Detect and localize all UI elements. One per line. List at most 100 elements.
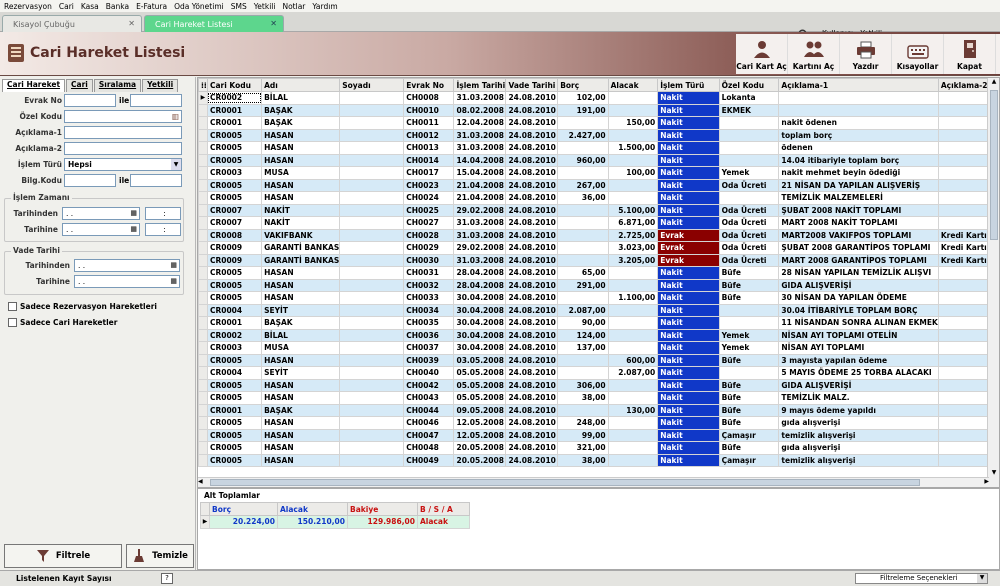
table-row[interactable]: CR0001 BAŞAK CH0044 09.05.2008 24.08.2010 130… [198, 403, 999, 417]
chevron-down-icon[interactable]: ▼ [977, 574, 987, 583]
column-header[interactable]: Açıklama-1 [778, 78, 939, 92]
table-row[interactable]: CR0004 SEYİT CH0034 30.04.2008 24.08.2010 2.0… [198, 303, 999, 317]
table-row[interactable]: CR0008 VAKIFBANK CH0028 31.03.2008 24.08.201… [198, 228, 999, 242]
horizontal-scrollbar[interactable]: ◀ ▶ [198, 477, 989, 487]
yazdir-button[interactable]: Yazdır [840, 34, 892, 74]
scroll-up-icon[interactable]: ▲ [989, 78, 999, 88]
aciklama1-input[interactable] [64, 126, 182, 139]
cari-kart-ac-button[interactable]: Cari Kart Aç [736, 34, 788, 74]
column-header[interactable]: Soyadı [339, 78, 405, 92]
column-header[interactable]: İşlem Tarihi [453, 78, 507, 92]
close-icon[interactable]: ✕ [270, 19, 277, 28]
tab-cari-hareket[interactable]: Cari Hareket [2, 79, 66, 92]
book-icon[interactable]: ▥ [172, 111, 179, 122]
table-row[interactable]: CR0005 HASAN CH0031 28.04.2008 24.08.2010 65,… [198, 266, 999, 280]
table-row[interactable]: CR0005 HASAN CH0046 12.05.2008 24.08.2010 248… [198, 416, 999, 430]
checkbox-box[interactable] [8, 302, 17, 311]
vertical-scrollbar[interactable]: ▲ ▼ [987, 78, 999, 487]
checkbox-box[interactable] [8, 318, 17, 327]
scroll-left-icon[interactable]: ◀ [198, 478, 203, 485]
table-row[interactable]: CR0005 HASAN CH0024 21.04.2008 24.08.2010 36,… [198, 191, 999, 205]
vade-tarihinden-input[interactable]: . . ▦ [74, 259, 180, 272]
table-row[interactable]: CR0009 GARANTİ BANKAS CH0030 31.03.2008 24.0… [198, 253, 999, 267]
table-row[interactable]: CR0005 HASAN CH0012 31.03.2008 24.08.2010 2.4… [198, 128, 999, 142]
evrak-no-from-input[interactable] [64, 94, 116, 107]
calendar-icon[interactable]: ▦ [130, 208, 137, 219]
tab-siralama[interactable]: Sıralama [93, 79, 142, 92]
chevron-down-icon[interactable]: ▼ [171, 159, 181, 170]
kapat-button[interactable]: Kapat [944, 34, 996, 74]
table-row[interactable]: CR0005 HASAN CH0013 31.03.2008 24.08.2010 1.5… [198, 141, 999, 155]
table-row[interactable]: CR0001 BAŞAK CH0010 08.02.2008 24.08.2010 191… [198, 103, 999, 117]
calendar-icon[interactable]: ▦ [170, 260, 177, 271]
table-row[interactable]: CR0001 BAŞAK CH0035 30.04.2008 24.08.2010 90,… [198, 316, 999, 330]
column-header[interactable]: Evrak No [403, 78, 455, 92]
table-row[interactable]: CR0005 HASAN CH0043 05.05.2008 24.08.2010 38,… [198, 391, 999, 405]
bilg-kodu-from-input[interactable] [64, 174, 116, 187]
column-header[interactable]: Alacak [607, 78, 659, 92]
table-row[interactable]: CR0009 GARANTİ BANKAS CH0029 29.02.2008 24.0… [198, 241, 999, 255]
menu-item[interactable]: Kasa [81, 2, 99, 11]
islem-tarihinden-input[interactable]: . . ▦ [62, 207, 140, 220]
table-row[interactable]: CR0005 HASAN CH0023 21.04.2008 24.08.2010 267… [198, 178, 999, 192]
menu-item[interactable]: SMS [231, 2, 247, 11]
tab-kisayol-cubugu[interactable]: Kisayol Çubuğu ✕ [2, 15, 142, 32]
table-row[interactable]: CR0005 HASAN CH0049 20.05.2008 24.08.2010 38,… [198, 453, 999, 467]
menu-item[interactable]: Cari [59, 2, 74, 11]
table-row[interactable]: CR0004 SEYİT CH0040 05.05.2008 24.08.2010 2.0… [198, 366, 999, 380]
islem-tarihinden-time-input[interactable]: : [145, 207, 181, 220]
table-row[interactable]: CR0007 NAKİT CH0027 31.03.2008 24.08.2010 6.8… [198, 216, 999, 230]
tab-cari-hareket-listesi[interactable]: Cari Hareket Listesi ✕ [144, 15, 284, 32]
sadece-rezervasyon-checkbox[interactable]: Sadece Rezervasyon Hareketleri [8, 302, 157, 311]
kartini-ac-button[interactable]: Kartını Aç [788, 34, 840, 74]
islem-turu-select[interactable]: Hepsi ▼ [64, 158, 182, 171]
table-row[interactable]: CR0005 HASAN CH0014 14.04.2008 24.08.2010 960… [198, 153, 999, 167]
table-row[interactable]: CR0003 MUSA CH0037 30.04.2008 24.08.2010 137,… [198, 341, 999, 355]
table-row[interactable]: ▶ CR0002 BİLAL CH0008 31.03.2008 24.08.2010 10… [198, 91, 999, 105]
menu-item[interactable]: Yardım [312, 2, 337, 11]
ozel-kodu-input[interactable]: ▥ [64, 110, 182, 123]
evrak-no-to-input[interactable] [130, 94, 182, 107]
tab-yetkili[interactable]: Yetkili [142, 79, 179, 92]
table-row[interactable]: CR0007 NAKİT CH0025 29.02.2008 24.08.2010 5.1… [198, 203, 999, 217]
column-header[interactable]: İşlem Türü [657, 78, 720, 92]
vade-tarihine-input[interactable]: . . ▦ [74, 275, 180, 288]
calendar-icon[interactable]: ▦ [170, 276, 177, 287]
table-row[interactable]: CR0005 HASAN CH0033 30.04.2008 24.08.2010 1.1… [198, 291, 999, 305]
temizle-button[interactable]: Temizle [126, 544, 194, 568]
scroll-right-icon[interactable]: ▶ [984, 478, 989, 485]
sadece-cari-checkbox[interactable]: Sadece Cari Hareketler [8, 318, 117, 327]
islem-tarihine-input[interactable]: . . ▦ [62, 223, 140, 236]
menu-item[interactable]: Notlar [282, 2, 305, 11]
menu-item[interactable]: Rezervasyon [4, 2, 52, 11]
menu-item[interactable]: Yetkili [254, 2, 276, 11]
filtrele-button[interactable]: Filtrele [4, 544, 122, 568]
islem-tarihine-time-input[interactable]: : [145, 223, 181, 236]
scroll-down-icon[interactable]: ▼ [989, 469, 999, 479]
filtreleme-secenekleri-select[interactable]: Filtreleme Seçenekleri ▼ [855, 573, 988, 584]
close-icon[interactable]: ✕ [128, 19, 135, 28]
tab-cari[interactable]: Cari [66, 79, 93, 92]
table-row[interactable]: CR0001 BAŞAK CH0011 12.04.2008 24.08.2010 150… [198, 116, 999, 130]
scroll-thumb[interactable] [210, 479, 920, 486]
table-row[interactable]: CR0005 HASAN CH0047 12.05.2008 24.08.2010 99,… [198, 428, 999, 442]
table-row[interactable]: CR0005 HASAN CH0042 05.05.2008 24.08.2010 306… [198, 378, 999, 392]
help-icon[interactable]: ? [161, 573, 173, 584]
table-row[interactable]: CR0003 MUSA CH0017 15.04.2008 24.08.2010 100,… [198, 166, 999, 180]
column-header[interactable]: Özel Kodu [718, 78, 780, 92]
calendar-icon[interactable]: ▦ [130, 224, 137, 235]
menu-item[interactable]: E-Fatura [136, 2, 167, 11]
menu-item[interactable]: Oda Yönetimi [174, 2, 224, 11]
table-row[interactable]: CR0005 HASAN CH0032 28.04.2008 24.08.2010 291… [198, 278, 999, 292]
aciklama2-input[interactable] [64, 142, 182, 155]
scroll-thumb[interactable] [990, 90, 998, 240]
table-row[interactable]: CR0005 HASAN CH0048 20.05.2008 24.08.2010 321… [198, 441, 999, 455]
column-header[interactable]: Adı [261, 78, 341, 92]
kisayollar-button[interactable]: Kısayollar [892, 34, 944, 74]
column-header[interactable]: Vade Tarihi [505, 78, 559, 92]
menu-item[interactable]: Banka [106, 2, 129, 11]
table-row[interactable]: CR0002 BİLAL CH0036 30.04.2008 24.08.2010 124… [198, 328, 999, 342]
column-header[interactable]: Cari Kodu [206, 78, 263, 92]
bilg-kodu-to-input[interactable] [130, 174, 182, 187]
table-row[interactable]: CR0005 HASAN CH0039 03.05.2008 24.08.2010 600… [198, 353, 999, 367]
